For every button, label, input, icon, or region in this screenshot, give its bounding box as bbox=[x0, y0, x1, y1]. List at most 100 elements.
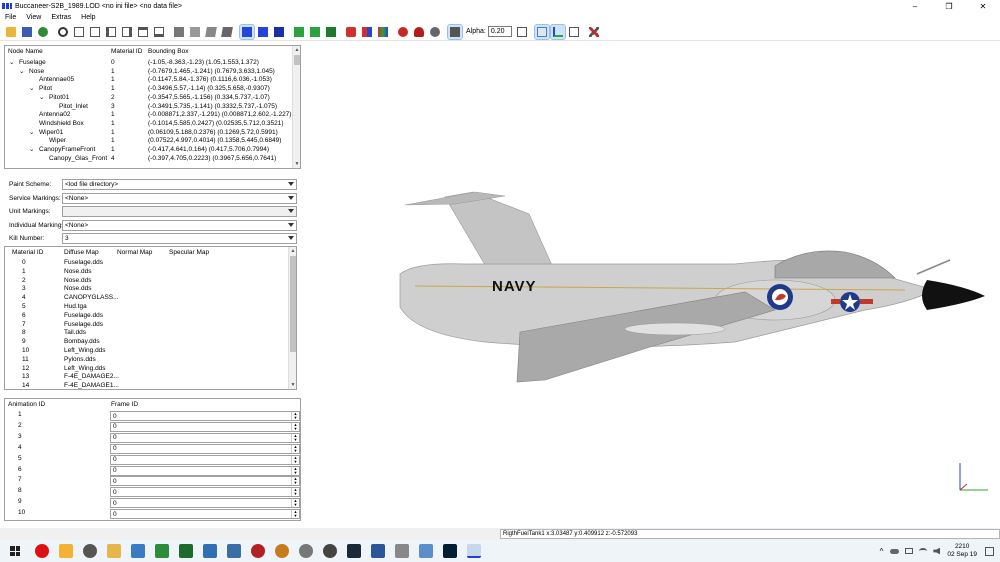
menu-view[interactable]: View bbox=[21, 14, 46, 21]
red-mesh-button[interactable] bbox=[344, 25, 358, 39]
view-top-button[interactable] bbox=[136, 25, 150, 39]
transparent-button[interactable] bbox=[533, 23, 550, 40]
chevron-down-icon[interactable] bbox=[288, 236, 294, 240]
menu-extras[interactable]: Extras bbox=[46, 14, 76, 21]
cloud-icon[interactable] bbox=[890, 548, 900, 554]
3d-viewport[interactable]: NAVY bbox=[305, 42, 1000, 528]
explorer-icon[interactable] bbox=[59, 544, 73, 558]
frame-id-spinner[interactable]: 0 ▲ ▼ bbox=[110, 443, 300, 454]
view-right-button[interactable] bbox=[120, 25, 134, 39]
screen-icon[interactable] bbox=[131, 544, 145, 558]
shaded-button[interactable] bbox=[188, 25, 202, 39]
menu-file[interactable]: File bbox=[0, 14, 21, 21]
frame-id-spinner[interactable]: 0 ▲ ▼ bbox=[110, 411, 300, 421]
chevron-down-icon[interactable] bbox=[288, 195, 294, 200]
marking-select[interactable]: <lod file directory> bbox=[62, 179, 297, 190]
marking-select[interactable]: 3 bbox=[62, 233, 297, 244]
wire-blue2-button[interactable] bbox=[256, 25, 270, 39]
spinner-arrows-icon[interactable]: ▲ ▼ bbox=[291, 510, 299, 519]
frame-id-spinner[interactable]: 0 ▲ ▼ bbox=[110, 487, 300, 498]
frame-id-spinner[interactable]: 0 ▲ ▼ bbox=[110, 465, 300, 476]
chevron-down-icon[interactable] bbox=[288, 182, 294, 186]
files-icon[interactable] bbox=[395, 544, 409, 558]
folder-icon[interactable] bbox=[107, 544, 121, 558]
frame-id-spinner[interactable]: 0 ▲ ▼ bbox=[110, 421, 300, 432]
bounding-box-header[interactable]: Bounding Box bbox=[148, 48, 188, 55]
word-icon[interactable] bbox=[371, 544, 385, 558]
gallery-icon[interactable] bbox=[419, 544, 433, 558]
spinner-arrows-icon[interactable]: ▲ ▼ bbox=[291, 466, 299, 475]
biohazard-icon[interactable] bbox=[323, 544, 337, 558]
alpha-toggle-button[interactable] bbox=[447, 23, 463, 40]
dcs-icon[interactable] bbox=[227, 544, 241, 558]
texture-button[interactable] bbox=[36, 25, 50, 39]
spinner-arrows-icon[interactable]: ▲ ▼ bbox=[291, 433, 299, 442]
node-name-header[interactable]: Node Name bbox=[8, 48, 43, 55]
tree-toggle-icon[interactable]: ⌄ bbox=[29, 146, 34, 155]
menu-help[interactable]: Help bbox=[76, 14, 100, 21]
animation-id-header[interactable]: Animation ID bbox=[8, 401, 45, 408]
steam-icon[interactable] bbox=[347, 544, 361, 558]
green-app-icon[interactable] bbox=[155, 544, 169, 558]
red-light-button[interactable] bbox=[396, 25, 410, 39]
frame-id-spinner[interactable]: 0 ▲ ▼ bbox=[110, 498, 300, 509]
tree-toggle-icon[interactable]: ⌄ bbox=[39, 94, 44, 103]
clock[interactable]: 2210 02 Sep 19 bbox=[947, 543, 977, 559]
marking-select[interactable] bbox=[62, 206, 297, 217]
zoom-fit-button[interactable] bbox=[56, 25, 70, 39]
solid-button[interactable] bbox=[172, 25, 186, 39]
frame-id-spinner[interactable]: 0 ▲ ▼ bbox=[110, 432, 300, 443]
save-button[interactable] bbox=[20, 25, 34, 39]
material-id-header[interactable]: Material ID bbox=[111, 48, 142, 55]
maximize-button[interactable]: ❐ bbox=[932, 0, 966, 12]
tree-toggle-icon[interactable]: ⌄ bbox=[9, 59, 14, 68]
wifi-icon[interactable] bbox=[919, 548, 928, 554]
view-left-button[interactable] bbox=[104, 25, 118, 39]
gray-app-icon[interactable] bbox=[299, 544, 313, 558]
tray-up-icon[interactable]: ^ bbox=[880, 547, 884, 556]
lod-viewer-icon[interactable] bbox=[467, 544, 481, 558]
wire-blue-button[interactable] bbox=[239, 23, 255, 40]
green-mesh3-button[interactable] bbox=[324, 25, 338, 39]
orange-app-icon[interactable] bbox=[275, 544, 289, 558]
frame-id-spinner[interactable]: 0 ▲ ▼ bbox=[110, 476, 300, 487]
close-button[interactable]: ✕ bbox=[966, 0, 1000, 12]
opera-icon[interactable] bbox=[35, 544, 49, 558]
spinner-arrows-icon[interactable]: ▲ ▼ bbox=[291, 455, 299, 464]
chevron-down-icon[interactable] bbox=[288, 209, 294, 213]
photoshop-icon[interactable] bbox=[443, 544, 457, 558]
spinner-arrows-icon[interactable]: ▲ ▼ bbox=[291, 488, 299, 497]
red-light2-button[interactable] bbox=[412, 25, 426, 39]
axes-button[interactable] bbox=[549, 23, 566, 40]
specular-map-header[interactable]: Specular Map bbox=[169, 249, 209, 256]
open-folder-button[interactable] bbox=[4, 25, 18, 39]
media-icon[interactable] bbox=[83, 544, 97, 558]
tree-toggle-icon[interactable]: ⌄ bbox=[19, 68, 24, 77]
flat-button[interactable] bbox=[204, 25, 218, 39]
normal-map-header[interactable]: Normal Map bbox=[117, 249, 152, 256]
mat-id-header[interactable]: Material ID bbox=[12, 249, 43, 256]
diffuse-map-header[interactable]: Diffuse Map bbox=[64, 249, 99, 256]
frame-id-header[interactable]: Frame ID bbox=[111, 401, 138, 408]
frame-id-spinner[interactable]: 0 ▲ ▼ bbox=[110, 454, 300, 465]
spinner-arrows-icon[interactable]: ▲ ▼ bbox=[291, 412, 299, 420]
alpha-input[interactable]: 0.20 bbox=[487, 26, 512, 37]
red-app-icon[interactable] bbox=[251, 544, 265, 558]
rgb-button[interactable] bbox=[376, 25, 390, 39]
red-blue-button[interactable] bbox=[360, 25, 374, 39]
jet-icon[interactable] bbox=[203, 544, 217, 558]
start-button[interactable] bbox=[0, 540, 30, 562]
gray-light-button[interactable] bbox=[428, 25, 442, 39]
marking-select[interactable]: <None> bbox=[62, 192, 297, 204]
green-mesh2-button[interactable] bbox=[308, 25, 322, 39]
network-icon[interactable] bbox=[905, 548, 914, 554]
bounding-box-button[interactable] bbox=[515, 25, 529, 39]
view-front-button[interactable] bbox=[72, 25, 86, 39]
view-back-button[interactable] bbox=[88, 25, 102, 39]
tools-button[interactable] bbox=[587, 25, 601, 39]
view-bottom-button[interactable] bbox=[152, 25, 166, 39]
tree-toggle-icon[interactable]: ⌄ bbox=[29, 85, 34, 94]
rotate-button[interactable] bbox=[567, 25, 581, 39]
marking-select[interactable]: <None> bbox=[62, 219, 297, 231]
volume-icon[interactable] bbox=[933, 547, 941, 555]
